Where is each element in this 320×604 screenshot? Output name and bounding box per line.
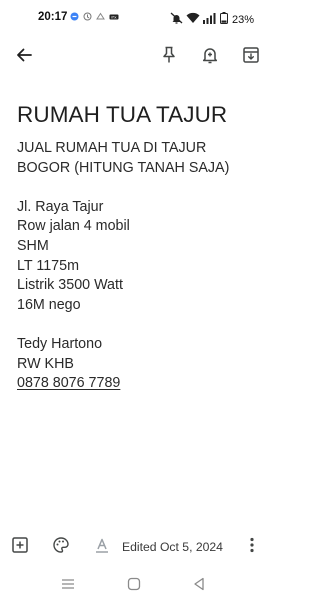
app-notification-icon [70, 12, 79, 23]
app-notification-icon: ifix [109, 13, 119, 23]
note-line: Listrik 3500 Watt [17, 277, 123, 294]
note-body[interactable]: JUAL RUMAH TUA DI TAJUR BOGOR (HITUNG TA… [17, 139, 262, 394]
note-line: 16M nego [17, 296, 81, 313]
reminder-button[interactable] [198, 45, 222, 69]
archive-button[interactable] [239, 45, 263, 69]
note-line: RW KHB [17, 355, 74, 372]
note-line: Tedy Hartono [17, 335, 103, 352]
background-color-button[interactable] [49, 535, 73, 559]
back-button[interactable] [12, 45, 36, 69]
archive-icon [242, 46, 260, 69]
more-vert-icon [249, 536, 255, 559]
system-navigation-bar [0, 572, 272, 600]
reminder-bell-icon [201, 46, 219, 69]
more-options-button[interactable] [240, 535, 264, 559]
note-title[interactable]: RUMAH TUA TAJUR [17, 102, 262, 128]
status-notification-icons: ifix [70, 12, 119, 23]
note-line [17, 315, 262, 335]
mute-icon [170, 11, 183, 29]
note-line: LT 1175m [17, 257, 79, 274]
note-toolbar [0, 40, 272, 74]
status-right-icons: 23% [170, 11, 254, 29]
status-time: 20:17 [38, 11, 68, 23]
back-arrow-icon [15, 46, 33, 69]
note-line: Row jalan 4 mobil [17, 218, 130, 235]
battery-percent: 23% [231, 14, 254, 26]
pin-icon [161, 46, 177, 69]
palette-icon [52, 536, 70, 559]
text-format-icon [93, 536, 111, 559]
note-line: JUAL RUMAH TUA DI TAJUR [17, 140, 207, 156]
system-back-button[interactable] [189, 576, 209, 596]
pin-button[interactable] [157, 45, 181, 69]
note-bottom-bar: Edited Oct 5, 2024 [0, 532, 272, 562]
wifi-icon [186, 11, 200, 29]
status-bar: 20:17 ifix 23% [0, 0, 272, 36]
note-line: Jl. Raya Tajur [17, 198, 104, 215]
note-line: SHM [17, 237, 49, 254]
battery-icon [219, 11, 228, 29]
note-line: BOGOR (HITUNG TANAH SAJA) [17, 159, 230, 176]
note-line [17, 178, 262, 198]
app-notification-icon [96, 12, 105, 23]
svg-text:ifix: ifix [111, 15, 117, 19]
home-icon [127, 577, 141, 596]
recents-button[interactable] [58, 576, 78, 596]
phone-number-link[interactable]: 0878 8076 7789 [17, 374, 262, 394]
app-notification-icon [83, 12, 92, 23]
signal-icon [202, 11, 217, 29]
add-content-button[interactable] [8, 535, 32, 559]
text-format-button[interactable] [90, 535, 114, 559]
back-icon [193, 577, 205, 596]
home-button[interactable] [124, 576, 144, 596]
edited-timestamp: Edited Oct 5, 2024 [122, 540, 223, 554]
add-box-icon [11, 536, 29, 559]
menu-icon [61, 577, 75, 595]
